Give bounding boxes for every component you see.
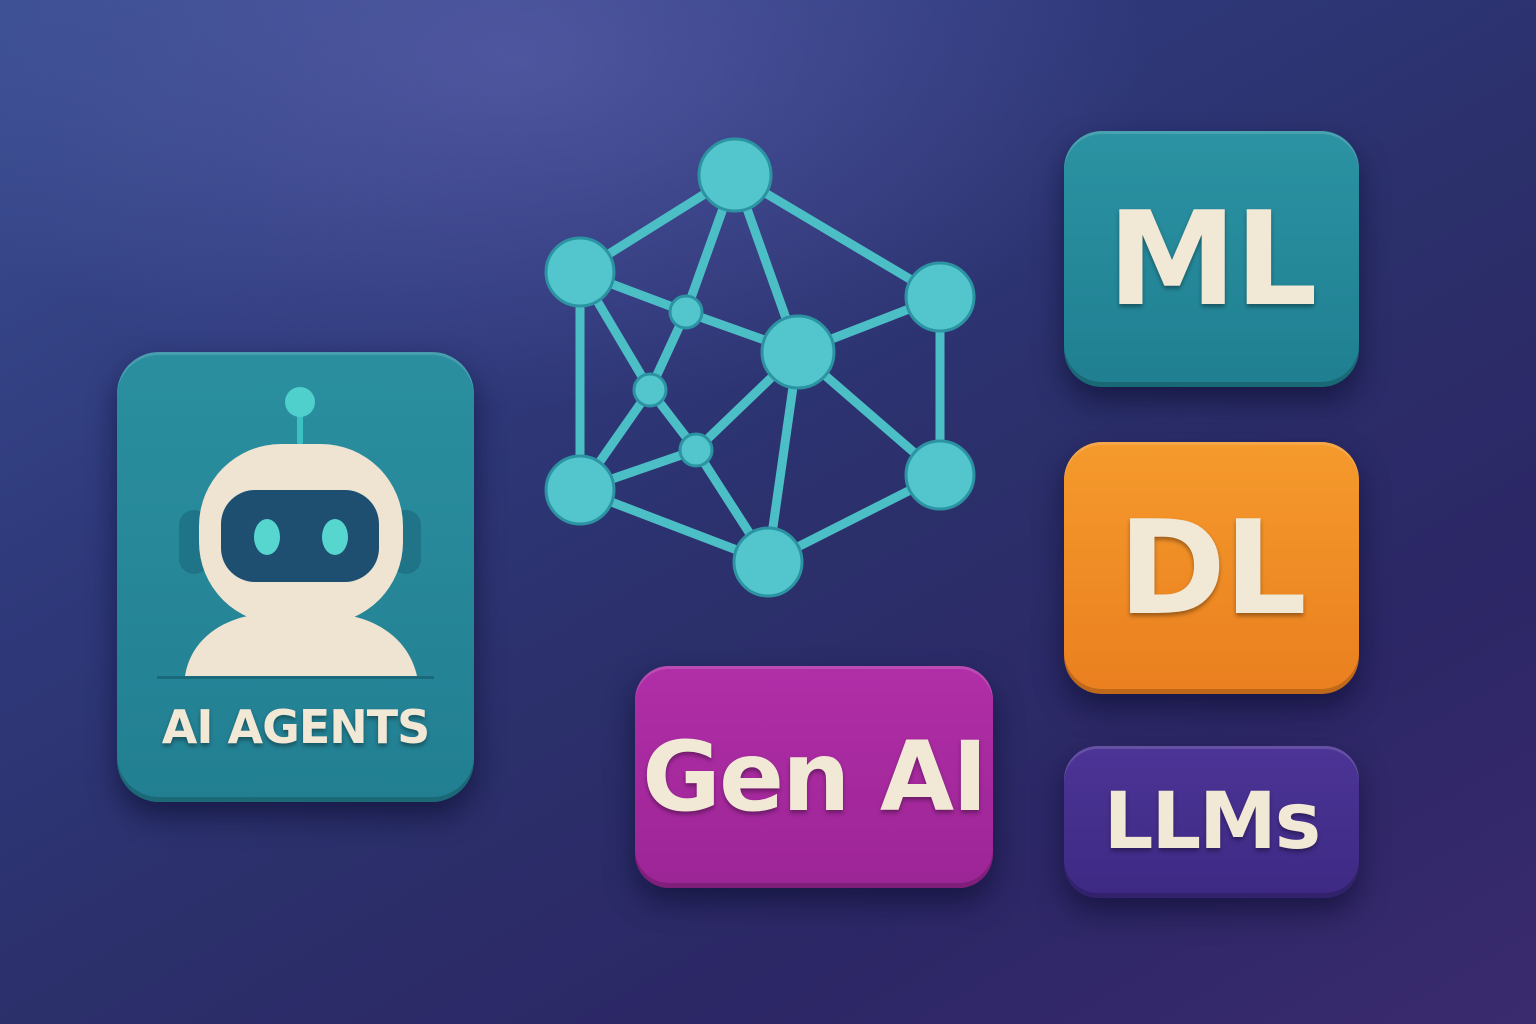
llms-tile: LLMs	[1064, 746, 1359, 898]
ml-label: ML	[1107, 183, 1317, 335]
dl-label: DL	[1118, 492, 1307, 644]
dl-tile: DL	[1064, 442, 1359, 694]
gen-ai-tile: Gen AI	[635, 666, 993, 888]
ml-tile: ML	[1064, 131, 1359, 387]
llms-label: LLMs	[1103, 777, 1321, 867]
gen-ai-label: Gen AI	[642, 721, 988, 833]
